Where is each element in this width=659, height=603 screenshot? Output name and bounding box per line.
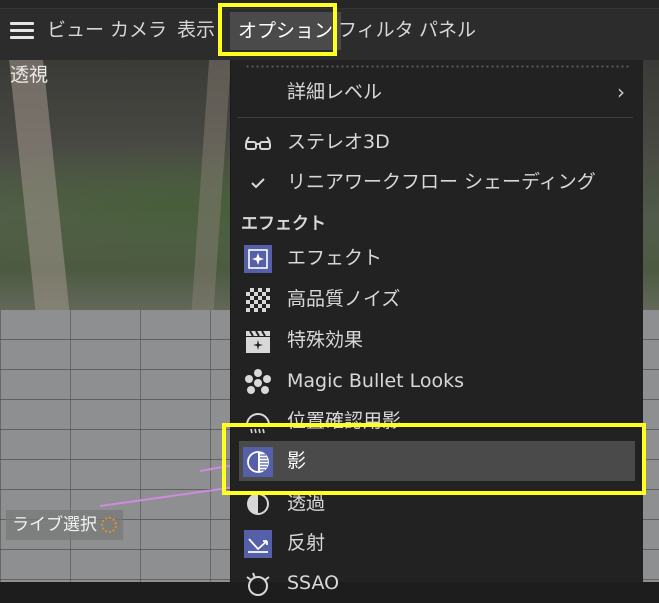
checkmark-icon [243, 168, 273, 198]
menu-item-ssao[interactable]: SSAO [231, 563, 643, 603]
menu-item-magic-bullet-looks[interactable]: Magic Bullet Looks [231, 361, 643, 401]
menu-view[interactable]: ビュー [47, 18, 104, 42]
chevron-right-icon: › [617, 80, 625, 104]
menu-item-effect[interactable]: エフェクト [231, 238, 643, 278]
menu-filter[interactable]: フィルタ [338, 18, 414, 42]
menu-panel[interactable]: パネル [419, 18, 476, 42]
menu-item-high-quality-noise[interactable]: 高品質ノイズ [231, 279, 643, 319]
reflection-icon [243, 529, 273, 559]
live-select-icon [101, 517, 117, 533]
checker-noise-icon [243, 285, 273, 315]
menu-item-label: 特殊効果 [287, 329, 364, 351]
menu-item-label: SSAO [287, 572, 340, 594]
live-select-label: ライブ選択 [12, 515, 97, 535]
effect-sparkle-icon [243, 244, 273, 274]
menu-item-label: 詳細レベル [287, 81, 383, 103]
menu-item-special-effects[interactable]: 特殊効果 [231, 320, 643, 360]
options-dropdown: 詳細レベル › ステレオ3D リニアワークフロー シェーディング エフェクト エ… [230, 60, 643, 596]
menu-item-label: リニアワークフロー シェーディング [287, 171, 596, 193]
live-select-tool[interactable]: ライブ選択 [6, 510, 123, 540]
hamburger-menu-icon[interactable] [10, 22, 34, 40]
menu-divider [237, 117, 633, 118]
menu-item-label: エフェクト [287, 247, 383, 269]
highlight-box-options [218, 3, 337, 56]
molecule-icon [243, 367, 273, 397]
viewport-label: 透視 [10, 64, 49, 86]
highlight-box-shadow [222, 423, 646, 495]
menu-item-label: Magic Bullet Looks [287, 370, 465, 392]
menu-item-label: 高品質ノイズ [287, 288, 401, 310]
menu-item-stereo-3d[interactable]: ステレオ3D [231, 122, 643, 162]
menu-item-detail-level[interactable]: 詳細レベル › [231, 72, 643, 112]
menu-item-reflection[interactable]: 反射 [231, 523, 643, 563]
menu-item-label: ステレオ3D [287, 131, 390, 153]
menu-camera[interactable]: カメラ [110, 18, 167, 42]
menu-item-label: 反射 [287, 532, 326, 554]
clapper-icon [243, 326, 273, 356]
tearoff-grip[interactable] [245, 64, 629, 70]
ssao-icon [243, 569, 273, 599]
menu-display[interactable]: 表示 [177, 18, 215, 42]
stereo-glasses-icon [243, 128, 273, 158]
section-header-effect: エフェクト [241, 214, 326, 234]
menu-item-linear-workflow[interactable]: リニアワークフロー シェーディング [231, 162, 643, 202]
